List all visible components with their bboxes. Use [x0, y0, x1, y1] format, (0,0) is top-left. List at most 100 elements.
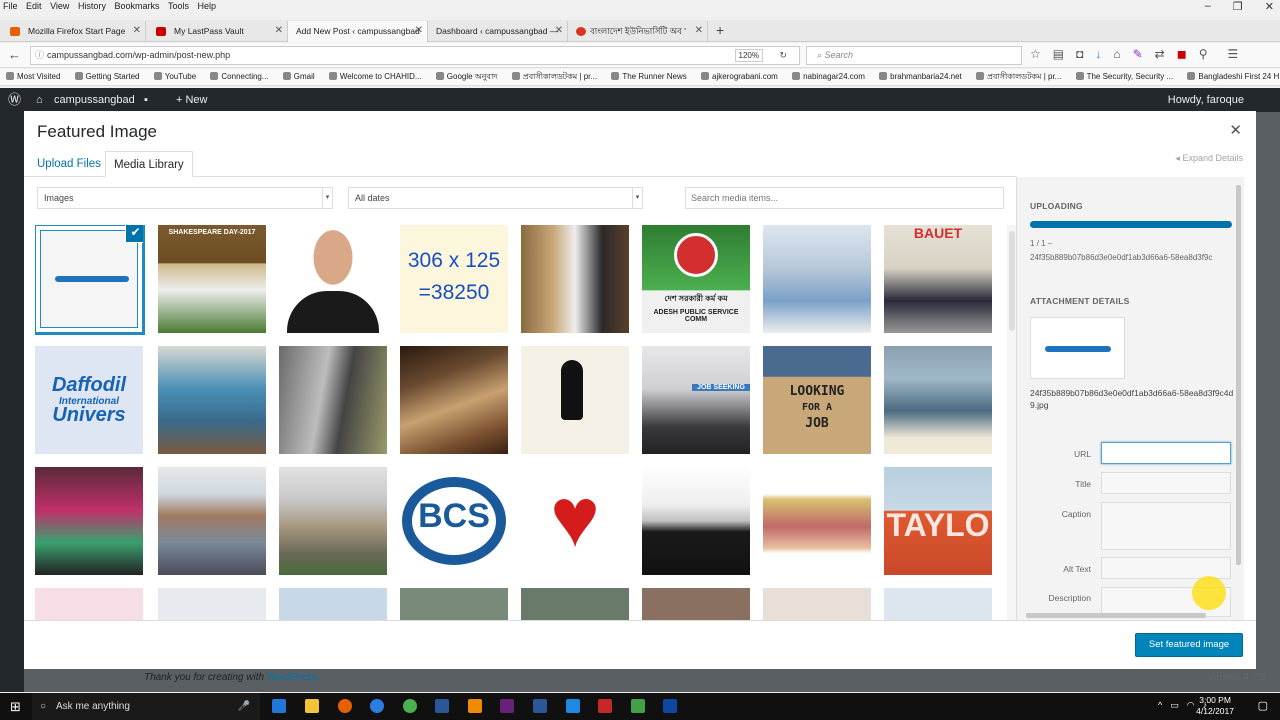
media-item[interactable]: [521, 225, 629, 333]
menu-tools[interactable]: Tools: [168, 1, 189, 11]
windows-start-icon[interactable]: ⊞: [10, 699, 21, 715]
media-item[interactable]: [763, 588, 871, 620]
microphone-icon[interactable]: 🎤: [238, 693, 250, 720]
download-icon[interactable]: ↓: [1095, 47, 1101, 61]
tab-add-new-post[interactable]: Add New Post ‹ campussangbad ✕: [288, 21, 428, 42]
pocket-icon[interactable]: ◘: [1076, 47, 1083, 61]
media-item[interactable]: ♥: [521, 467, 629, 575]
caption-field[interactable]: [1101, 502, 1231, 550]
media-search-input[interactable]: Search media items...: [685, 187, 1004, 209]
tab-upload-files[interactable]: Upload Files: [29, 151, 109, 177]
bookmark-item[interactable]: Welcome to CHAHID...: [323, 69, 422, 85]
chrome-icon[interactable]: [403, 699, 417, 713]
tab-bangla[interactable]: বাংলাদেশ ইউনিভার্সিটি অব ' ✕: [568, 21, 708, 42]
word-icon[interactable]: [435, 699, 449, 713]
bookmark-item[interactable]: Getting Started: [69, 69, 140, 85]
bookmark-star-icon[interactable]: ☆: [1030, 47, 1041, 61]
menu-help[interactable]: Help: [198, 1, 217, 11]
menu-file[interactable]: File: [3, 1, 18, 11]
media-item[interactable]: [763, 225, 871, 333]
media-item[interactable]: [642, 467, 750, 575]
app-icon[interactable]: [631, 699, 645, 713]
media-item-selected[interactable]: ✔: [35, 225, 145, 335]
bookmark-item[interactable]: ajkerograbani.com: [695, 69, 778, 85]
back-icon[interactable]: ←: [8, 47, 21, 62]
clock[interactable]: 3:00 PM 4/12/2017: [1196, 695, 1234, 717]
network-icon[interactable]: ◠: [1187, 700, 1195, 711]
new-content-button[interactable]: + New: [176, 88, 208, 112]
media-item[interactable]: [158, 467, 266, 575]
sidebar-horizontal-scrollbar[interactable]: [1016, 612, 1244, 620]
addon-icon[interactable]: ◼: [1177, 47, 1187, 61]
expand-details-button[interactable]: ◂ Expand Details: [1175, 153, 1243, 164]
edge-icon[interactable]: [272, 699, 286, 713]
pin-icon[interactable]: ⚲: [1199, 47, 1208, 61]
visual-studio-icon[interactable]: [500, 699, 514, 713]
bookmark-item[interactable]: Bangladeshi First 24 H...: [1181, 69, 1280, 85]
new-tab-icon[interactable]: +: [716, 22, 724, 38]
media-item[interactable]: [642, 588, 750, 620]
media-item[interactable]: [158, 588, 266, 620]
bookmark-item[interactable]: Gmail: [277, 69, 315, 85]
close-tab-icon[interactable]: ✕: [695, 21, 703, 41]
media-item[interactable]: [400, 588, 508, 620]
vlc-icon[interactable]: [468, 699, 482, 713]
notifications-icon[interactable]: ▢: [1258, 699, 1268, 712]
comments-icon[interactable]: ▪: [144, 88, 148, 112]
menu-bookmarks[interactable]: Bookmarks: [114, 1, 159, 11]
chevron-up-icon[interactable]: ^: [1158, 700, 1162, 711]
media-item[interactable]: JOB SEEKING: [642, 346, 750, 454]
app-icon[interactable]: [598, 699, 612, 713]
set-featured-image-button[interactable]: Set featured image: [1135, 633, 1243, 657]
close-icon[interactable]: ✕: [1229, 121, 1242, 139]
search-input[interactable]: ⌕ Search: [806, 46, 1022, 65]
sidebar-scrollbar[interactable]: [1236, 177, 1241, 620]
bookmark-item[interactable]: YouTube: [148, 69, 196, 85]
minimize-icon[interactable]: –: [1205, 0, 1211, 18]
photoshop-icon[interactable]: [663, 699, 677, 713]
media-item[interactable]: [884, 346, 992, 454]
word-icon[interactable]: [533, 699, 547, 713]
media-item[interactable]: [279, 588, 387, 620]
howdy-user[interactable]: Howdy, faroque: [1168, 88, 1244, 112]
media-item[interactable]: [521, 588, 629, 620]
app-icon[interactable]: [370, 699, 384, 713]
media-item[interactable]: [400, 346, 508, 454]
bookmark-item[interactable]: The Runner News: [605, 69, 686, 85]
close-tab-icon[interactable]: ✕: [133, 21, 141, 41]
menu-view[interactable]: View: [50, 1, 69, 11]
close-window-icon[interactable]: ✕: [1265, 0, 1274, 18]
bookmark-item[interactable]: nabinagar24.com: [786, 69, 865, 85]
tab-lastpass[interactable]: My LastPass Vault ✕: [146, 21, 288, 42]
home-icon[interactable]: ⌂: [1113, 47, 1120, 61]
tab-media-library[interactable]: Media Library: [105, 151, 193, 177]
bookmark-item[interactable]: brahmanbaria24.net: [873, 69, 962, 85]
bookmark-item[interactable]: Google অনুবাদ: [430, 69, 498, 85]
file-explorer-icon[interactable]: [305, 699, 319, 713]
extension-icon[interactable]: ✎: [1133, 47, 1143, 61]
reload-icon[interactable]: ↻: [779, 47, 787, 64]
restore-icon[interactable]: ❐: [1233, 0, 1243, 18]
firefox-icon[interactable]: [338, 699, 352, 713]
bookmark-item[interactable]: প্রবাসীকালডটকম | pr...: [506, 69, 597, 85]
close-tab-icon[interactable]: ✕: [415, 21, 423, 41]
check-icon[interactable]: ✔: [126, 225, 143, 242]
url-bar[interactable]: ⓘ campussangbad.com/wp-admin/post-new.ph…: [30, 46, 800, 65]
site-name[interactable]: campussangbad: [54, 88, 135, 112]
hamburger-menu-icon[interactable]: ☰: [1228, 47, 1239, 61]
bookmark-item[interactable]: Most Visited: [0, 69, 60, 85]
tab-dashboard[interactable]: Dashboard ‹ campussangbad — ✕: [428, 21, 568, 42]
app-icon[interactable]: [566, 699, 580, 713]
battery-icon[interactable]: ▭: [1170, 700, 1179, 711]
media-item[interactable]: [279, 467, 387, 575]
media-item[interactable]: BAUET: [884, 225, 992, 333]
url-field[interactable]: [1101, 442, 1231, 464]
cortana-search[interactable]: ○ Ask me anything 🎤: [32, 693, 260, 720]
media-item[interactable]: [279, 346, 387, 454]
wordpress-link[interactable]: WordPress.: [267, 672, 319, 683]
media-item[interactable]: TAYLO: [884, 467, 992, 575]
media-item[interactable]: [521, 346, 629, 454]
filter-date-select[interactable]: All dates ▾: [348, 187, 643, 209]
zoom-level[interactable]: 120%: [734, 49, 763, 62]
media-item[interactable]: [884, 588, 992, 620]
